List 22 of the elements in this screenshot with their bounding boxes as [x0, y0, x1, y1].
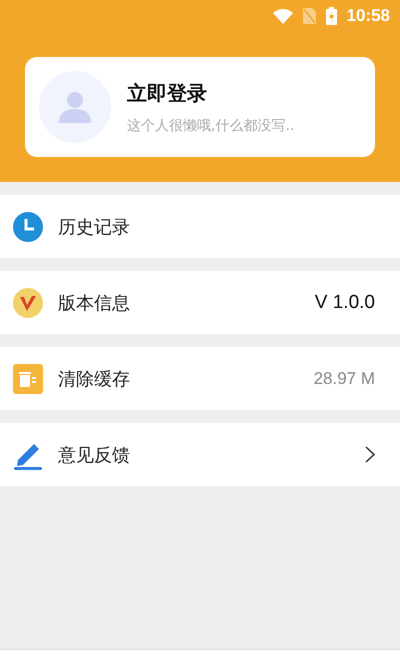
version-number: V 1.0.0 [314, 292, 375, 314]
menu-item[interactable]: 清除缓存 28.97 M [0, 347, 400, 410]
menu-item[interactable]: 版本信息 V 1.0.0 [0, 271, 400, 334]
menu-label: 清除缓存 [58, 368, 130, 390]
clock-icon [12, 210, 44, 242]
menu-label: 版本信息 [58, 292, 130, 314]
menu-item[interactable]: 历史记录 [0, 195, 400, 258]
login-title[interactable]: 立即登录 [127, 80, 294, 106]
battery-icon [326, 7, 337, 25]
v-logo-icon [12, 286, 44, 318]
status-time: 10:58 [346, 6, 390, 26]
menu-item[interactable]: 意见反馈 [0, 423, 400, 486]
chevron-right-icon [365, 446, 375, 463]
profile-subtitle: 这个人很懒哦,什么都没写.. [127, 116, 294, 134]
no-sim-icon [302, 8, 316, 24]
menu-label: 意见反馈 [58, 444, 130, 466]
avatar-icon [39, 71, 111, 143]
wifi-icon [272, 8, 293, 24]
cache-size: 28.97 M [314, 368, 375, 388]
trash-icon [12, 362, 44, 394]
profile-card[interactable]: 立即登录 这个人很懒哦,什么都没写.. [25, 57, 375, 157]
menu-label: 历史记录 [58, 216, 130, 238]
